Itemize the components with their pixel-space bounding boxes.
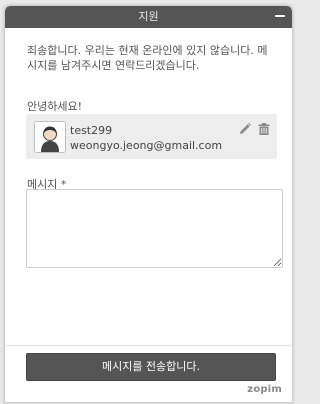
minimize-icon[interactable] <box>274 12 286 22</box>
user-avatar-icon <box>34 121 66 153</box>
greeting-text: 안녕하세요! <box>27 100 83 113</box>
footer-divider <box>5 345 292 346</box>
message-textarea[interactable] <box>26 189 283 268</box>
support-chat-widget: 지원 죄송합니다. 우리는 현재 온라인에 있지 않습니다. 메시지를 남겨주시… <box>4 5 293 403</box>
offline-message: 죄송합니다. 우리는 현재 온라인에 있지 않습니다. 메시지를 남겨주시면 연… <box>27 44 268 72</box>
chat-titlebar[interactable]: 지원 <box>5 6 292 28</box>
zopim-logo[interactable]: zopim <box>247 384 282 395</box>
chat-title: 지원 <box>138 10 159 23</box>
send-message-button[interactable]: 메시지를 전송합니다. <box>26 353 276 381</box>
pencil-icon[interactable] <box>239 120 251 134</box>
visitor-info-card: test299 weongyo.jeong@gmail.com <box>26 114 277 159</box>
user-name: test299 <box>70 124 113 137</box>
trash-icon[interactable] <box>258 120 270 135</box>
user-email: weongyo.jeong@gmail.com <box>70 139 223 152</box>
